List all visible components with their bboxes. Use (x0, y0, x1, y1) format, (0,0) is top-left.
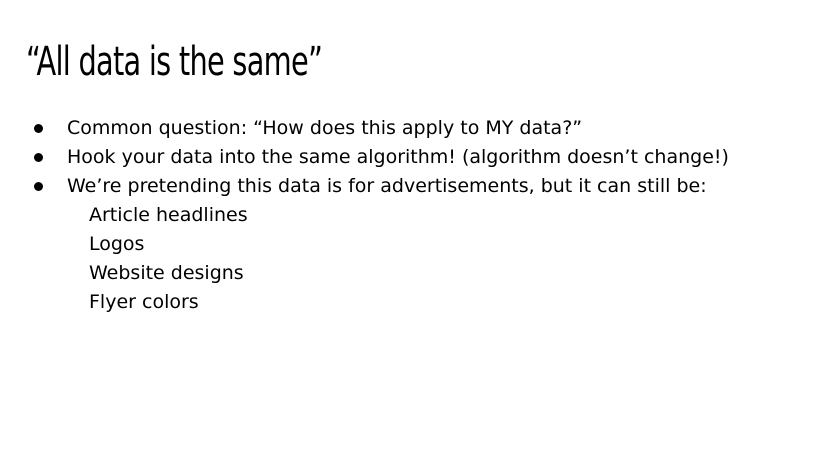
slide-title: “All data is the same” (26, 39, 323, 85)
bullet-text: Common question: “How does this apply to… (67, 117, 583, 139)
sub-item: Website designs (89, 262, 244, 284)
bullet-dot-icon (34, 124, 43, 133)
sub-item: Logos (89, 233, 145, 255)
bullet-dot-icon (34, 182, 43, 191)
bullet-list: Common question: “How does this apply to… (0, 114, 729, 201)
bullet-item: We’re pretending this data is for advert… (0, 172, 729, 201)
bullet-text: We’re pretending this data is for advert… (67, 175, 707, 197)
sub-item-list: Article headlines Logos Website designs … (0, 201, 248, 317)
slide: “All data is the same” Common question: … (0, 0, 823, 451)
bullet-item: Common question: “How does this apply to… (0, 114, 729, 143)
sub-item: Flyer colors (89, 291, 199, 313)
bullet-item: Hook your data into the same algorithm! … (0, 143, 729, 172)
bullet-text: Hook your data into the same algorithm! … (67, 146, 729, 168)
bullet-dot-icon (34, 153, 43, 162)
sub-item: Article headlines (89, 204, 248, 226)
